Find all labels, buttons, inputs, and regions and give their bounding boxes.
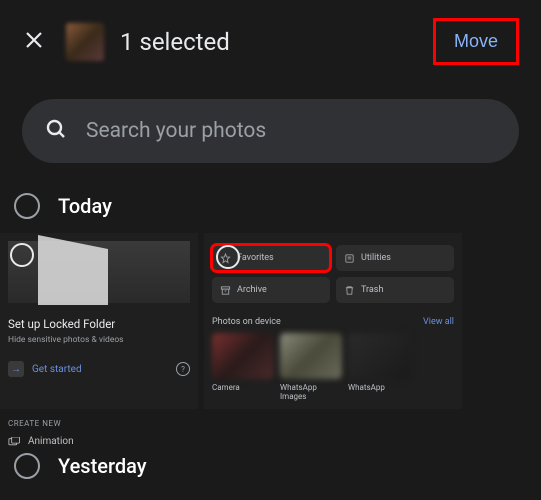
get-started-link: → Get started [8,361,82,377]
photo-tile-locked-folder[interactable]: Set up Locked Folder Hide sensitive phot… [0,233,198,409]
selection-header: 1 selected Move [0,0,541,83]
locked-folder-title: Set up Locked Folder [8,317,190,331]
photos-on-device-heading: Photos on device [212,317,281,327]
animation-row: Animation [8,436,198,447]
close-icon[interactable] [22,28,46,56]
view-all-link: View all [423,317,454,327]
chip-trash: Trash [336,277,454,303]
device-album: WhatsApp Images [280,333,342,401]
select-photo-circle[interactable] [216,245,240,269]
locked-folder-preview [8,241,190,303]
section-yesterday: Yesterday [0,447,541,493]
device-album: WhatsApp [348,333,410,401]
create-section: CREATE NEW Animation [0,411,198,447]
search-placeholder: Search your photos [86,119,266,143]
section-title: Yesterday [58,454,147,478]
select-all-yesterday[interactable] [14,453,40,479]
selected-thumbnail [66,23,104,61]
section-today: Today [0,187,541,233]
search-icon [44,117,68,145]
chip-archive: Archive [212,277,330,303]
select-photo-circle[interactable] [10,243,34,267]
selection-count: 1 selected [120,28,417,56]
device-album: Camera [212,333,274,401]
photo-tile-library[interactable]: Favorites Utilities Archive Trash Photos… [204,233,462,409]
move-button[interactable]: Move [444,25,508,58]
photo-grid-today: Set up Locked Folder Hide sensitive phot… [0,233,541,417]
arrow-icon: → [8,361,24,377]
select-all-today[interactable] [14,193,40,219]
help-icon: ? [176,362,190,376]
create-new-heading: CREATE NEW [8,419,198,428]
search-bar[interactable]: Search your photos [22,99,519,163]
section-title: Today [58,194,112,218]
locked-folder-subtitle: Hide sensitive photos & videos [8,335,190,345]
move-highlight: Move [433,18,519,65]
chip-utilities: Utilities [336,245,454,271]
